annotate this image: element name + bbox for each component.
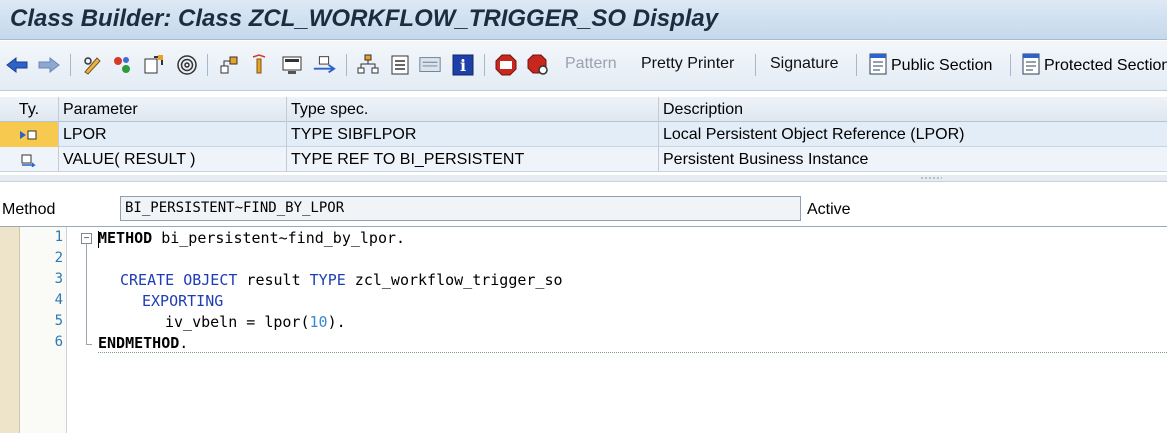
stop-sign-search-icon[interactable] bbox=[526, 53, 550, 77]
navigate-icon[interactable] bbox=[312, 53, 336, 77]
protected-section-icon bbox=[1020, 52, 1042, 80]
hierarchy-icon[interactable] bbox=[217, 53, 241, 77]
code-line-1[interactable]: METHOD bi_persistent~find_by_lpor. bbox=[98, 229, 405, 247]
breakpoint-strip[interactable] bbox=[0, 227, 20, 433]
line-number: 4 bbox=[54, 292, 63, 308]
pretty-printer-button[interactable]: Pretty Printer bbox=[641, 55, 734, 73]
fold-end bbox=[86, 344, 92, 345]
table-row[interactable]: VALUE( RESULT ) TYPE REF TO BI_PERSISTEN… bbox=[0, 147, 1167, 172]
org-tree-icon[interactable] bbox=[356, 53, 380, 77]
line-number: 2 bbox=[54, 250, 63, 266]
spiral-icon[interactable] bbox=[175, 53, 199, 77]
svg-text:i: i bbox=[460, 56, 466, 75]
collapse-icon[interactable]: − bbox=[81, 233, 92, 244]
method-label: Method bbox=[2, 201, 56, 218]
pattern-button: Pattern bbox=[565, 55, 617, 72]
code-line-6[interactable]: ENDMETHOD. bbox=[98, 334, 188, 352]
list-icon[interactable] bbox=[388, 53, 412, 77]
forward-arrow-icon[interactable] bbox=[37, 53, 61, 77]
code-line-5[interactable]: iv_vbeln = lpor(10). bbox=[165, 313, 346, 331]
stop-sign-icon[interactable] bbox=[494, 53, 518, 77]
method-name-field[interactable]: BI_PERSISTENT~FIND_BY_LPOR bbox=[120, 196, 801, 221]
description-cell[interactable]: Persistent Business Instance bbox=[659, 147, 1167, 172]
public-section-button[interactable]: Public Section bbox=[867, 53, 992, 79]
public-section-label: Public Section bbox=[891, 57, 993, 74]
column-header-description[interactable]: Description bbox=[659, 97, 1167, 122]
table-row[interactable]: LPOR TYPE SIBFLPOR Local Persistent Obje… bbox=[0, 122, 1167, 147]
splitter-handle[interactable] bbox=[0, 175, 1167, 182]
protected-section-label: Protected Section bbox=[1044, 57, 1167, 74]
protected-section-button[interactable]: Protected Section bbox=[1020, 53, 1167, 79]
panel-icon[interactable] bbox=[418, 53, 442, 77]
table-header-row: Ty. Parameter Type spec. Description bbox=[0, 97, 1167, 122]
pencil-glasses-icon[interactable] bbox=[80, 53, 104, 77]
display-object-icon[interactable] bbox=[280, 53, 304, 77]
grip-icon bbox=[920, 177, 942, 179]
method-status: Active bbox=[807, 201, 851, 218]
description-cell[interactable]: Local Persistent Object Reference (LPOR) bbox=[659, 122, 1167, 147]
line-number: 1 bbox=[54, 229, 63, 245]
parameter-cell[interactable]: LPOR bbox=[59, 122, 287, 147]
window-title: Class Builder: Class ZCL_WORKFLOW_TRIGGE… bbox=[10, 5, 719, 32]
importing-param-icon[interactable] bbox=[0, 122, 59, 147]
column-header-ty[interactable]: Ty. bbox=[0, 97, 59, 122]
line-number: 3 bbox=[54, 271, 63, 287]
code-line-4[interactable]: EXPORTING bbox=[142, 292, 223, 310]
title-bar: Class Builder: Class ZCL_WORKFLOW_TRIGGE… bbox=[0, 0, 1167, 40]
code-editor[interactable]: 1 2 3 4 5 6 − METHOD bi_persistent~find_… bbox=[0, 226, 1167, 433]
application-toolbar: i Pattern Pretty Printer Signature Publi… bbox=[0, 41, 1167, 91]
back-arrow-icon[interactable] bbox=[5, 53, 29, 77]
parameter-cell[interactable]: VALUE( RESULT ) bbox=[59, 147, 287, 172]
method-bar: Method BI_PERSISTENT~FIND_BY_LPOR Active bbox=[0, 193, 1167, 223]
signature-button[interactable]: Signature bbox=[770, 55, 839, 73]
public-section-icon bbox=[867, 52, 889, 80]
code-line-3[interactable]: CREATE OBJECT result TYPE zcl_workflow_t… bbox=[120, 271, 563, 289]
column-header-type-spec[interactable]: Type spec. bbox=[287, 97, 659, 122]
activate-icon[interactable] bbox=[110, 53, 134, 77]
method-end-divider bbox=[98, 352, 1167, 353]
column-header-parameter[interactable]: Parameter bbox=[59, 97, 287, 122]
type-spec-cell[interactable]: TYPE REF TO BI_PERSISTENT bbox=[287, 147, 659, 172]
returning-param-icon[interactable] bbox=[0, 147, 59, 172]
lamp-icon[interactable] bbox=[247, 53, 271, 77]
info-icon[interactable]: i bbox=[451, 53, 475, 77]
line-number: 5 bbox=[54, 313, 63, 329]
check-icon[interactable] bbox=[142, 53, 166, 77]
fold-line bbox=[86, 244, 87, 344]
line-number: 6 bbox=[54, 334, 63, 350]
type-spec-cell[interactable]: TYPE SIBFLPOR bbox=[287, 122, 659, 147]
line-number-gutter: 1 2 3 4 5 6 bbox=[20, 227, 67, 433]
